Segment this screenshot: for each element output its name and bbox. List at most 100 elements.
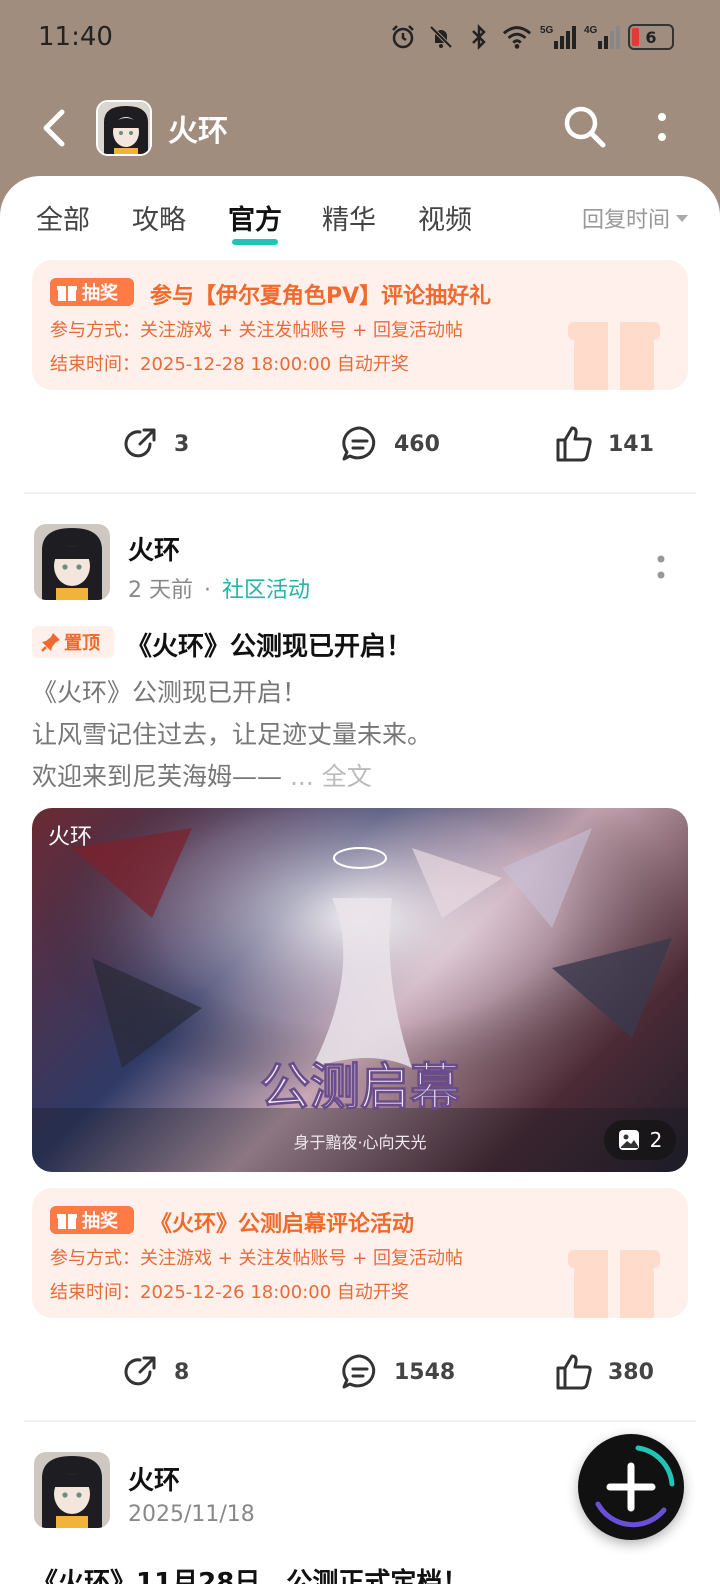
battery-icon: 6 bbox=[628, 24, 674, 50]
lottery-end-time: 结束时间：2025-12-28 18:00:00 自动开奖 bbox=[50, 354, 409, 375]
art-tagline: 身于黯夜·心向天光 bbox=[293, 1133, 426, 1152]
post-time: 2025/11/18 bbox=[128, 1502, 255, 1527]
post-meta: 2 天前 · 社区活动 bbox=[128, 572, 310, 604]
back-arrow-icon bbox=[43, 109, 65, 147]
excerpt-line-2: 让风雪记住过去，让足迹丈量未来。 bbox=[32, 720, 433, 749]
like-button[interactable]: 141 bbox=[554, 424, 654, 464]
comment-button[interactable]: 460 bbox=[340, 424, 440, 464]
gift-icon bbox=[57, 1214, 77, 1229]
lottery-badge-label: 抽奖 bbox=[82, 1211, 118, 1232]
battery-level: 6 bbox=[645, 27, 657, 47]
excerpt-line-1: 《火环》公测现已开启！ bbox=[32, 678, 308, 707]
post-actions: 8 1548 380 bbox=[0, 1340, 720, 1400]
tab-video[interactable]: 视频 bbox=[418, 198, 472, 237]
divider bbox=[24, 492, 696, 494]
comment-count: 1548 bbox=[394, 1359, 456, 1385]
author-name[interactable]: 火环 bbox=[128, 530, 180, 567]
sort-label: 回复时间 bbox=[581, 208, 670, 233]
excerpt-line-3: 欢迎来到尼芙海姆—— ... 全文 bbox=[32, 756, 432, 798]
share-icon bbox=[124, 1356, 156, 1386]
divider bbox=[24, 1420, 696, 1422]
pinned-badge: 置顶 bbox=[32, 626, 114, 658]
art-headline: 公测启幕 bbox=[260, 1057, 461, 1116]
post-actions: 3 460 141 bbox=[0, 412, 720, 472]
status-icons: 5G 4G 6 bbox=[388, 22, 674, 52]
gift-watermark-icon bbox=[568, 1250, 660, 1318]
tab-all[interactable]: 全部 bbox=[36, 198, 90, 237]
pin-icon bbox=[41, 633, 60, 652]
like-count: 380 bbox=[608, 1359, 654, 1385]
like-button[interactable]: 380 bbox=[554, 1352, 654, 1392]
content-sheet: 全部 攻略 官方 精华 视频 回复时间 抽奖 参与【伊尔夏角色PV】评论抽好礼 … bbox=[0, 176, 720, 1584]
mute-bell-icon bbox=[426, 22, 456, 52]
more-vertical-icon bbox=[658, 113, 666, 141]
gift-icon bbox=[57, 286, 77, 301]
post-time: 2 天前 bbox=[128, 578, 193, 603]
search-icon bbox=[564, 106, 606, 148]
share-count: 3 bbox=[174, 431, 190, 457]
read-more-link[interactable]: ... 全文 bbox=[290, 762, 372, 791]
lottery-card[interactable]: 抽奖 《火环》公测启幕评论活动 参与方式：关注游戏 + 关注发帖账号 + 回复活… bbox=[32, 1188, 688, 1318]
thumbs-up-icon bbox=[556, 426, 592, 462]
bluetooth-icon bbox=[464, 22, 494, 52]
svg-text:4G: 4G bbox=[584, 25, 598, 36]
game-avatar[interactable] bbox=[96, 100, 152, 156]
status-bar: 11:40 5G 4G 6 bbox=[0, 0, 720, 80]
alarm-icon bbox=[388, 22, 418, 52]
image-count: 2 bbox=[649, 1128, 663, 1152]
image-count-badge: 2 bbox=[604, 1120, 676, 1160]
post-title[interactable]: 《火环》公测现已开启！ bbox=[126, 626, 412, 663]
svg-text:5G: 5G bbox=[540, 25, 554, 36]
author-avatar[interactable] bbox=[34, 524, 110, 600]
excerpt-line-3-text: 欢迎来到尼芙海姆—— bbox=[32, 762, 283, 791]
status-time: 11:40 bbox=[38, 22, 113, 52]
post-title[interactable]: 《火环》11月28日，公测正式定档！ bbox=[32, 1562, 468, 1584]
art-logo-text: 火环 bbox=[48, 825, 92, 850]
tab-featured[interactable]: 精华 bbox=[322, 198, 376, 237]
lottery-title: 《火环》公测启幕评论活动 bbox=[150, 1212, 415, 1237]
tab-official[interactable]: 官方 bbox=[228, 198, 282, 245]
lottery-end-time: 结束时间：2025-12-26 18:00:00 自动开奖 bbox=[50, 1282, 409, 1303]
signal-4g-icon: 4G bbox=[584, 22, 620, 52]
lottery-card[interactable]: 抽奖 参与【伊尔夏角色PV】评论抽好礼 参与方式：关注游戏 + 关注发帖账号 +… bbox=[32, 260, 688, 390]
tab-bar: 全部 攻略 官方 精华 视频 回复时间 bbox=[0, 176, 720, 260]
signal-5g-icon: 5G bbox=[540, 22, 576, 52]
search-button[interactable] bbox=[562, 104, 608, 150]
thumbs-up-icon bbox=[556, 1354, 592, 1390]
post-category[interactable]: 社区活动 bbox=[222, 578, 310, 603]
plus-icon bbox=[595, 1445, 675, 1528]
share-button[interactable]: 3 bbox=[120, 424, 189, 464]
more-vertical-icon bbox=[657, 555, 665, 579]
create-post-button[interactable] bbox=[578, 1434, 684, 1540]
meta-separator: · bbox=[204, 578, 211, 603]
comment-button[interactable]: 1548 bbox=[340, 1352, 455, 1392]
lottery-title: 参与【伊尔夏角色PV】评论抽好礼 bbox=[150, 284, 492, 309]
more-menu-button[interactable] bbox=[652, 110, 672, 146]
image-icon bbox=[618, 1130, 639, 1150]
lottery-badge: 抽奖 bbox=[50, 1206, 134, 1234]
comment-count: 460 bbox=[394, 431, 440, 457]
lottery-method: 参与方式：关注游戏 + 关注发帖账号 + 回复活动帖 bbox=[50, 320, 464, 341]
dropdown-triangle-icon bbox=[676, 214, 688, 222]
comment-icon bbox=[342, 426, 376, 461]
share-icon bbox=[124, 428, 156, 458]
top-app-bar: 火环 bbox=[0, 92, 720, 164]
lottery-badge: 抽奖 bbox=[50, 278, 134, 306]
post-image[interactable]: 火环 公测启幕 身于黯夜·心向天光 2 bbox=[32, 808, 688, 1172]
post-options-button[interactable] bbox=[654, 550, 668, 584]
post-excerpt[interactable]: 《火环》公测现已开启！ 让风雪记住过去，让足迹丈量未来。 欢迎来到尼芙海姆—— … bbox=[32, 672, 432, 798]
author-avatar[interactable] bbox=[34, 1452, 110, 1528]
author-name[interactable]: 火环 bbox=[128, 1460, 180, 1497]
page-title: 火环 bbox=[168, 114, 228, 149]
back-button[interactable] bbox=[36, 106, 76, 150]
pinned-label: 置顶 bbox=[64, 633, 100, 654]
lottery-badge-label: 抽奖 bbox=[82, 283, 118, 304]
comment-icon bbox=[342, 1354, 376, 1389]
like-count: 141 bbox=[608, 431, 654, 457]
sort-dropdown[interactable]: 回复时间 bbox=[582, 202, 688, 234]
tab-guides[interactable]: 攻略 bbox=[132, 198, 186, 237]
gift-watermark-icon bbox=[568, 322, 660, 390]
share-count: 8 bbox=[174, 1359, 190, 1385]
lottery-method: 参与方式：关注游戏 + 关注发帖账号 + 回复活动帖 bbox=[50, 1248, 464, 1269]
share-button[interactable]: 8 bbox=[120, 1352, 189, 1392]
